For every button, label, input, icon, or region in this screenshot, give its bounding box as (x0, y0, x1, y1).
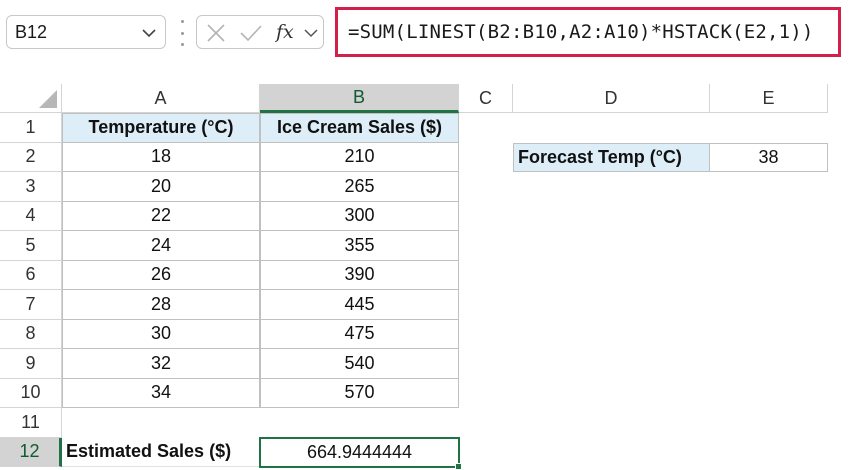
worksheet-grid: A B C D E 1 2 3 4 5 6 7 8 9 10 11 12 Tem… (0, 64, 850, 470)
row-header-3[interactable]: 3 (0, 172, 62, 202)
fx-icon[interactable]: fx (275, 21, 299, 43)
row-header-6[interactable]: 6 (0, 260, 62, 290)
row-header-8[interactable]: 8 (0, 319, 62, 349)
svg-text:fx: fx (275, 21, 294, 43)
cell-b6[interactable]: 390 (260, 260, 459, 290)
column-header-d[interactable]: D (513, 84, 710, 113)
row-header-7[interactable]: 7 (0, 290, 62, 320)
cell-a10[interactable]: 34 (62, 378, 260, 408)
row-header-9[interactable]: 9 (0, 349, 62, 379)
formula-text: =SUM(LINEST(B2:B10,A2:A10)*HSTACK(E2,1)) (348, 21, 814, 43)
cell-a12[interactable]: Estimated Sales ($) (62, 438, 260, 467)
cell-a8[interactable]: 30 (62, 319, 260, 349)
cell-b12[interactable]: 664.9444444 (259, 436, 460, 468)
formula-bar-grip[interactable] (181, 20, 185, 46)
cell-d2[interactable]: Forecast Temp (°C) (513, 142, 710, 172)
cell-b3[interactable]: 265 (260, 172, 459, 202)
chevron-down-icon[interactable] (141, 25, 157, 41)
cell-a2[interactable]: 18 (62, 142, 260, 172)
cell-b2[interactable]: 210 (260, 142, 459, 172)
name-box[interactable]: B12 (6, 15, 166, 49)
cell-b1[interactable]: Ice Cream Sales ($) (260, 113, 459, 143)
cell-b10[interactable]: 570 (260, 378, 459, 408)
row-header-10[interactable]: 10 (0, 378, 62, 408)
formula-buttons: fx (196, 15, 324, 49)
select-all-icon (39, 90, 57, 108)
cell-a6[interactable]: 26 (62, 260, 260, 290)
close-icon[interactable] (205, 23, 227, 43)
formula-bar: B12 fx =SUM(LINEST(B2:B10,A2:A10)*HSTACK… (0, 0, 850, 64)
fill-handle[interactable] (455, 463, 462, 470)
cell-a7[interactable]: 28 (62, 290, 260, 320)
row-header-11[interactable]: 11 (0, 408, 62, 438)
column-header-e[interactable]: E (710, 84, 828, 113)
row-header-4[interactable]: 4 (0, 201, 62, 231)
row-header-12[interactable]: 12 (0, 437, 62, 467)
cell-a9[interactable]: 32 (62, 349, 260, 379)
column-header-b[interactable]: B (260, 84, 459, 113)
chevron-down-icon[interactable] (303, 25, 319, 41)
column-header-c[interactable]: C (459, 84, 513, 113)
cell-a5[interactable]: 24 (62, 231, 260, 261)
cell-b8[interactable]: 475 (260, 319, 459, 349)
row-header-1[interactable]: 1 (0, 113, 62, 143)
row-header-5[interactable]: 5 (0, 231, 62, 261)
column-header-a[interactable]: A (62, 84, 260, 113)
formula-input[interactable]: =SUM(LINEST(B2:B10,A2:A10)*HSTACK(E2,1)) (335, 7, 841, 57)
check-icon[interactable] (239, 23, 263, 43)
cell-b9[interactable]: 540 (260, 349, 459, 379)
cell-a1[interactable]: Temperature (°C) (62, 113, 260, 143)
cell-e2[interactable]: 38 (710, 142, 828, 172)
cell-b7[interactable]: 445 (260, 290, 459, 320)
cell-b5[interactable]: 355 (260, 231, 459, 261)
select-all-button[interactable] (0, 84, 62, 113)
row-header-2[interactable]: 2 (0, 142, 62, 172)
cell-b4[interactable]: 300 (260, 201, 459, 231)
name-box-value: B12 (15, 21, 48, 42)
cell-a4[interactable]: 22 (62, 201, 260, 231)
cell-a3[interactable]: 20 (62, 172, 260, 202)
